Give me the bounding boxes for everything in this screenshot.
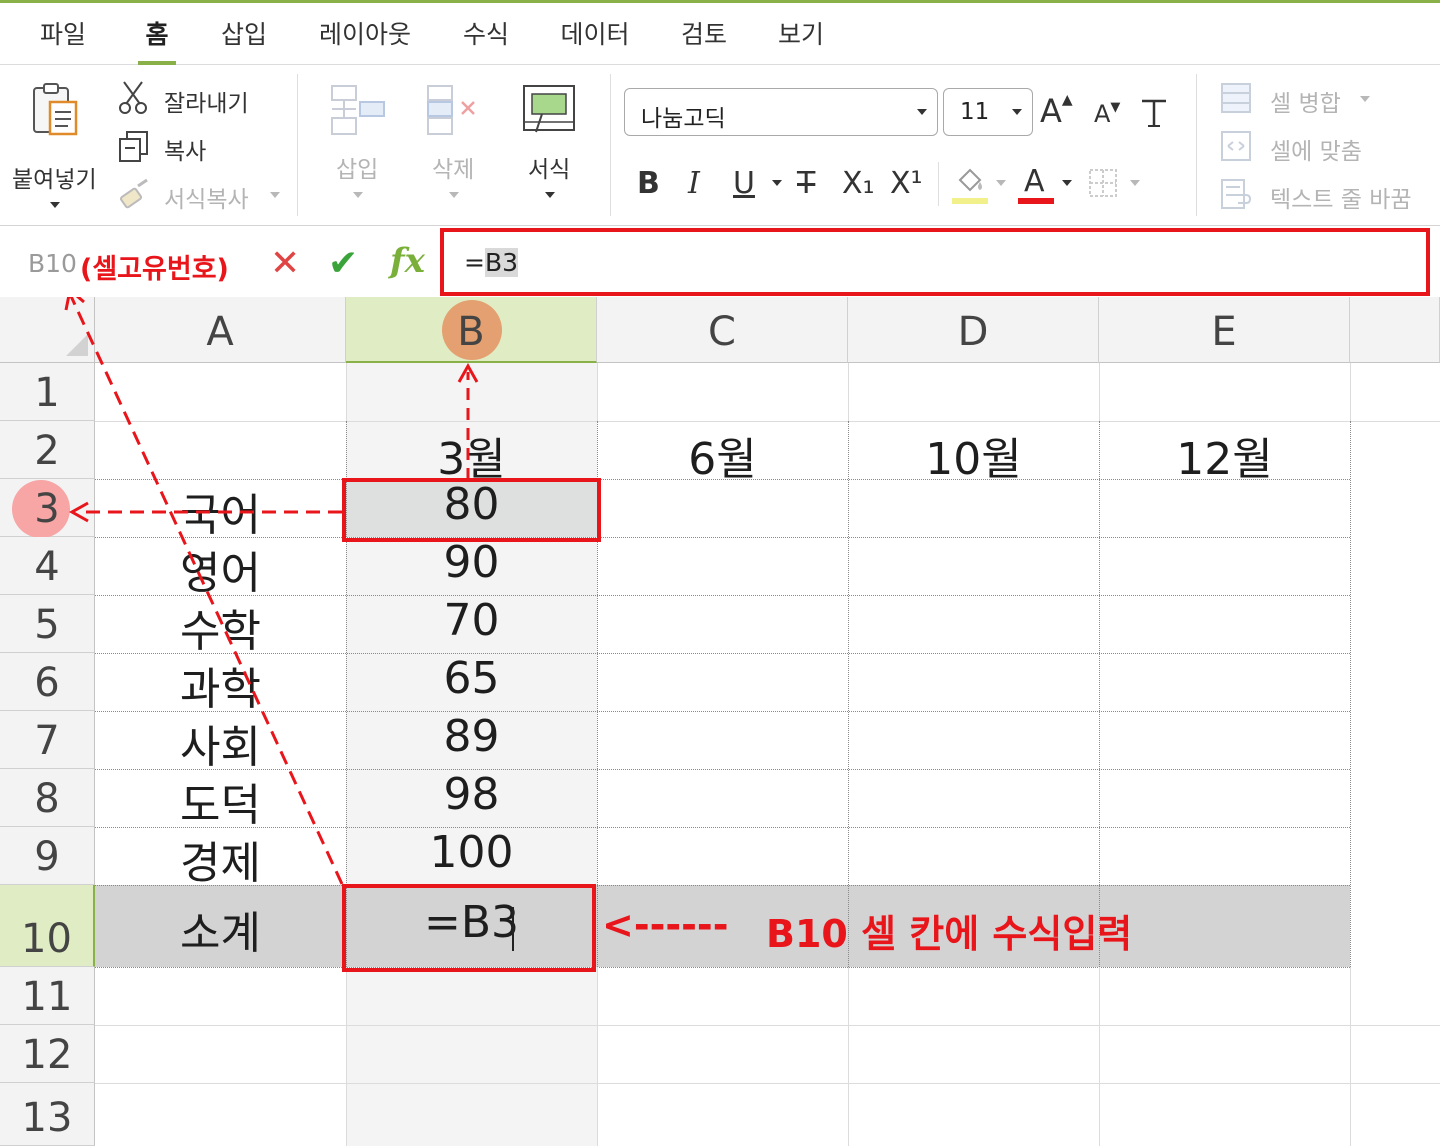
chevron-down-icon: [1012, 109, 1022, 115]
italic-button[interactable]: I: [688, 166, 700, 201]
font-size-value: 11: [960, 99, 990, 125]
strikethrough-button[interactable]: T: [797, 166, 815, 201]
copy-button[interactable]: 복사: [116, 128, 276, 165]
ribbon-divider: [1196, 74, 1197, 216]
font-color-swatch: [1018, 198, 1054, 204]
format-button[interactable]: 서식: [514, 78, 586, 208]
cut-button[interactable]: 잘라내기: [116, 80, 276, 117]
subscript-button[interactable]: X₁: [842, 166, 875, 201]
chevron-down-icon: [449, 192, 459, 198]
wrap-text-label: 텍스트 줄 바꿈: [1270, 187, 1412, 213]
paste-label: 붙여넣기: [12, 167, 97, 193]
format-painter-button[interactable]: 서식복사: [116, 176, 286, 213]
format-painter-label: 서식복사: [164, 187, 249, 213]
formula-text: =B3: [464, 248, 519, 277]
spreadsheet-grid: ABCDE 1 2 3 4 5 6 7 8 9 10 11 12 13 3월 6월 10월 12월 국어 80 영어…: [0, 297, 1440, 1146]
cut-label: 잘라내기: [164, 91, 249, 117]
border-icon: [1089, 169, 1117, 197]
chevron-down-icon: [270, 192, 280, 198]
chevron-down-icon: [545, 192, 555, 198]
cancel-icon[interactable]: ✕: [270, 243, 300, 284]
menu-bar: 파일 홈 삽입 레이아웃 수식 데이터 검토 보기: [0, 3, 1440, 65]
chevron-down-icon: [1130, 180, 1140, 186]
border-button[interactable]: [1088, 168, 1144, 204]
clear-format-icon[interactable]: [1140, 98, 1168, 128]
merge-cells-label: 셀 병합: [1270, 91, 1341, 117]
merge-cells-icon: [1221, 83, 1251, 113]
name-box-annotation: (셀고유번호): [80, 254, 229, 285]
font-size-select[interactable]: 11: [943, 88, 1033, 136]
merge-cells-button[interactable]: 셀 병합: [1218, 80, 1388, 118]
chevron-down-icon: [996, 180, 1006, 186]
wrap-text-icon: [1221, 179, 1252, 209]
name-box[interactable]: B10: [28, 249, 77, 278]
ribbon-divider: [297, 74, 298, 216]
cell-format-icon: [523, 85, 575, 133]
delete-button[interactable]: 삭제: [418, 78, 490, 208]
ribbon-divider: [938, 162, 939, 206]
paste-button[interactable]: 붙여넣기: [8, 78, 100, 208]
annotation-arrows: [64, 297, 479, 885]
insert-button[interactable]: 삽입: [322, 78, 394, 208]
fit-to-cell-icon: [1221, 131, 1251, 161]
tab-layout[interactable]: 레이아웃: [315, 15, 415, 65]
chevron-down-icon: [772, 180, 782, 186]
delete-cells-icon: [427, 85, 475, 135]
ribbon: 붙여넣기 잘라내기 복사 서식복사 삽입 삭제 서식 나눔고딕 11 A▲ A▼…: [0, 66, 1440, 226]
clipboard-icon: [33, 83, 78, 136]
tab-data[interactable]: 데이터: [557, 15, 633, 65]
fit-to-cell-label: 셀에 맞춤: [1270, 139, 1362, 165]
font-name-value: 나눔고딕: [641, 106, 726, 132]
tab-formula[interactable]: 수식: [460, 15, 512, 65]
formula-reference: B3: [484, 248, 519, 277]
increase-font-button[interactable]: A▲: [1040, 92, 1073, 130]
copy-icon: [119, 131, 148, 162]
delete-label: 삭제: [432, 157, 475, 183]
scissors-icon: [119, 81, 147, 114]
bold-button[interactable]: B: [637, 166, 660, 201]
formula-input[interactable]: =B3: [440, 228, 1430, 296]
function-icon[interactable]: fx: [390, 241, 425, 281]
tab-review[interactable]: 검토: [678, 15, 730, 65]
formula-bar: B10 (셀고유번호) ✕ ✔ fx =B3: [0, 227, 1440, 297]
chevron-down-icon: [50, 202, 60, 208]
tab-file[interactable]: 파일: [38, 15, 88, 65]
font-color-button[interactable]: A: [1016, 164, 1078, 206]
highlight-color-button[interactable]: [950, 164, 1012, 206]
chevron-down-icon: [1360, 96, 1370, 102]
copy-label: 복사: [164, 139, 207, 165]
wrap-text-button[interactable]: 텍스트 줄 바꿈: [1218, 176, 1428, 214]
annotation-arrow-text: <------: [602, 903, 729, 947]
annotation-text: B10 셀 칸에 수식입력: [766, 912, 1133, 956]
font-color-letter: A: [1024, 164, 1045, 199]
tab-insert[interactable]: 삽입: [218, 15, 270, 65]
ribbon-divider: [610, 74, 611, 216]
underline-button[interactable]: U: [733, 166, 755, 201]
paint-bucket-icon: [958, 168, 982, 192]
tab-view[interactable]: 보기: [775, 15, 827, 65]
tab-home[interactable]: 홈: [138, 15, 176, 65]
decrease-font-button[interactable]: A▼: [1094, 100, 1120, 128]
chevron-down-icon: [353, 192, 363, 198]
chevron-down-icon: [1062, 180, 1072, 186]
fit-to-cell-button[interactable]: 셀에 맞춤: [1218, 128, 1388, 166]
highlight-color-swatch: [952, 198, 988, 204]
insert-label: 삽입: [336, 157, 379, 183]
chevron-down-icon: [917, 109, 927, 115]
superscript-button[interactable]: X¹: [890, 166, 923, 201]
brush-icon: [119, 178, 148, 209]
format-label: 서식: [528, 157, 571, 183]
insert-cells-icon: [331, 85, 385, 135]
formula-prefix: =: [464, 248, 485, 277]
confirm-icon[interactable]: ✔: [328, 243, 358, 284]
font-name-select[interactable]: 나눔고딕: [624, 88, 938, 136]
